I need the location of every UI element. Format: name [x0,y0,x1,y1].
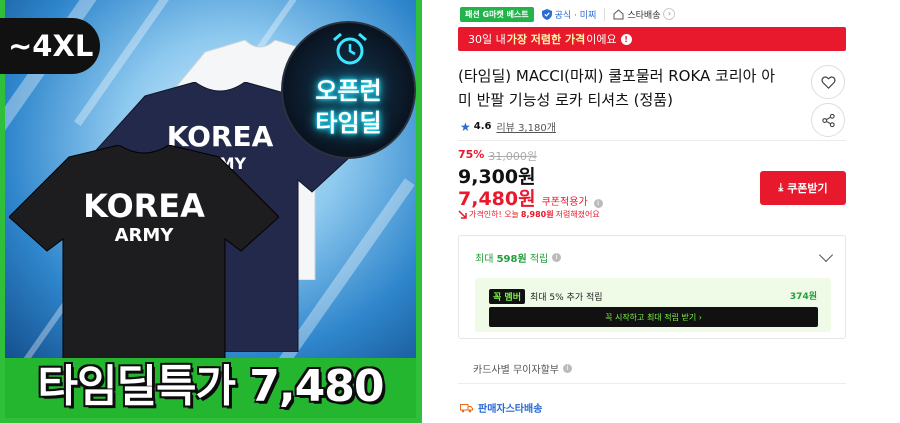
chevron-right-icon: › [663,8,676,20]
size-badge: ~4XL [0,18,100,74]
rating-score: 4.6 [473,121,492,132]
heart-icon [820,75,836,89]
price-drop-prefix: 가격인하! 오늘 [469,210,519,219]
coupon-button-label: 쿠폰받기 [787,182,828,195]
shipping-label: 판매자스타배송 [478,404,543,415]
product-image[interactable]: KOREA ARMY KOREA ARMY ~4XL 오픈런 타임딜 타임딜특가… [0,0,422,423]
member-tag: 꼭 멤버 [489,289,525,304]
wishlist-button[interactable] [811,65,845,99]
price-drop-note: 가격인하! 오늘 8,980원 저렴해졌어요 [458,209,600,220]
product-title: (타임딜) MACCI(마찌) 쿨포물러 ROKA 코리아 아 미 반팔 기능성… [458,64,798,112]
alert-icon: ! [620,33,632,45]
info-icon[interactable]: i [552,253,562,262]
divider [458,383,846,384]
divider [458,140,846,141]
points-suffix: 적립 [526,254,549,265]
fashion-best-badge: 패션 G마켓 베스트 [460,6,534,22]
coupon-price: 7,480원 [458,188,536,210]
info-icon[interactable]: i [593,199,603,208]
timer-badge-line2: 타임딜 [315,109,382,137]
official-badge[interactable]: 공식 · 미찌 [541,8,597,21]
star-delivery-label: 스타배송 [627,10,661,21]
coupon-price-label: 쿠폰적용가 [541,197,588,208]
price-alert-highlight: 가장 저렴한 가격 [506,33,586,46]
download-icon: ⤓ [778,181,784,194]
down-arrow-icon [458,210,467,219]
points-prefix: 최대 [475,254,497,265]
share-icon [821,113,835,127]
seller-star-delivery[interactable]: 판매자스타배송 [460,400,542,415]
member-tag-label: 멤버 [504,293,521,303]
price-drop-suffix: 저렴해졌어요 [555,210,600,219]
member-points: 374원 [789,292,817,302]
alarm-clock-icon [333,32,367,65]
info-icon[interactable]: i [562,364,572,373]
points-header[interactable]: 최대 598원 적립 i [475,250,562,265]
badge-row: 패션 G마켓 베스트 공식 · 미찌 스타배송 › [460,5,676,23]
product-title-line1: (타임딜) MACCI(마찌) 쿨포물러 ROKA 코리아 아 [458,67,776,85]
timer-badge-line1: 오픈런 [315,77,382,105]
tshirt-black: KOREA ARMY [8,144,280,358]
home-icon [613,8,624,19]
tshirt-black-text-army: ARMY [114,225,174,246]
price-drop-amount: 8,980원 [520,210,554,219]
shield-icon [541,8,552,20]
lowest-price-alert[interactable]: 30일 내 가장 저렴한 가격 이에요 ! [458,27,846,51]
member-benefit-line: 꼭 멤버 최대 5% 추가 적립 [489,289,603,304]
share-button[interactable] [811,103,845,137]
points-amount: 598원 [496,254,527,265]
installment-info: 카드사별 무이자할부 i [473,361,572,376]
member-benefit-text: 최대 5% 추가 적립 [529,293,603,303]
member-start-button[interactable]: 꼭 시작하고 최대 적립 받기 › [489,307,818,327]
deal-banner: 타임딜특가 7,480 [5,358,416,418]
official-badge-label: 공식 · 미찌 [554,10,597,21]
star-icon: ★ [460,119,471,134]
truck-icon [460,403,473,412]
timer-badge: 오픈런 타임딜 [281,21,416,159]
installment-label: 카드사별 무이자할부 [473,365,559,376]
tshirt-black-text-korea: KOREA [83,187,205,225]
coupon-price-row: 7,480원 쿠폰적용가 i [458,184,603,211]
points-panel: 최대 598원 적립 i 꼭 멤버 최대 5% 추가 적립 374원 꼭 시작하… [458,235,846,339]
star-delivery-badge[interactable]: 스타배송 › [604,7,676,21]
review-count-link[interactable]: 리뷰 3,180개 [496,119,555,134]
member-tag-prefix: 꼭 [493,293,502,303]
rating: ★ 4.6 리뷰 3,180개 [460,119,556,135]
coupon-download-button[interactable]: ⤓ 쿠폰받기 [760,171,846,205]
member-benefit-box: 꼭 멤버 최대 5% 추가 적립 374원 꼭 시작하고 최대 적립 받기 › [475,278,831,332]
chevron-down-icon[interactable] [818,247,834,263]
price-alert-prefix: 30일 내 [468,33,506,46]
price-alert-suffix: 이에요 [586,33,617,46]
product-title-line2: 미 반팔 기능성 로카 티셔츠 (정품) [458,91,673,109]
